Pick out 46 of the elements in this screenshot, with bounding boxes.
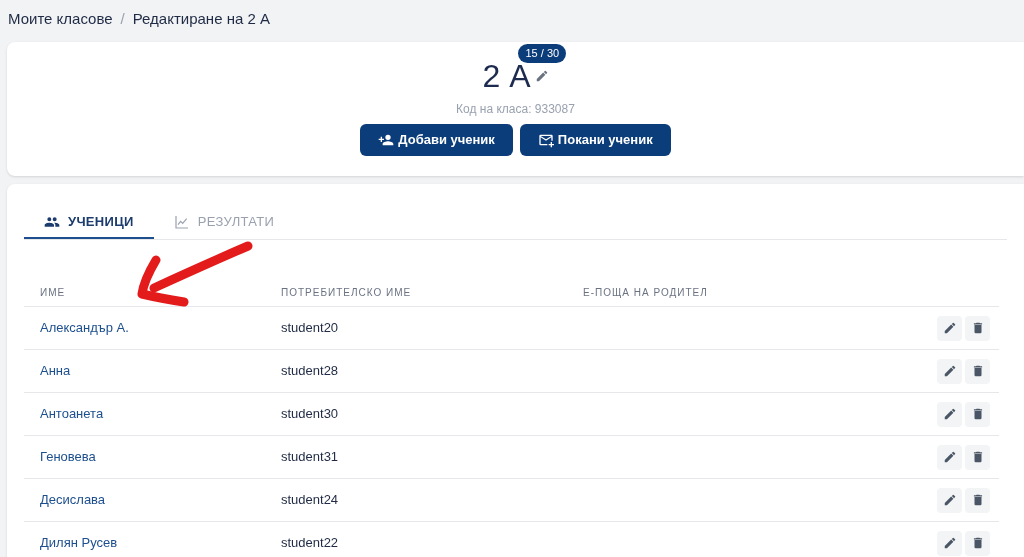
breadcrumb-link[interactable]: Редактиране на 2 А bbox=[132, 7, 270, 31]
edit-button[interactable] bbox=[937, 530, 962, 556]
student-name-link[interactable]: Десислава bbox=[40, 490, 281, 510]
edit-button[interactable] bbox=[937, 444, 962, 470]
edit-button[interactable] bbox=[937, 358, 962, 384]
edit-button[interactable] bbox=[937, 401, 962, 427]
add-person-icon bbox=[378, 132, 395, 148]
username-cell-text: student20 bbox=[281, 319, 340, 338]
line-chart-icon bbox=[173, 213, 190, 230]
student-name-link[interactable]: Дилян Русев bbox=[40, 533, 281, 553]
username-cell-text: student22 bbox=[281, 534, 340, 553]
delete-button[interactable] bbox=[965, 315, 990, 341]
student-count-badge: 15 / 30 bbox=[518, 44, 567, 63]
pencil-icon bbox=[942, 536, 957, 550]
pencil-icon bbox=[942, 364, 957, 378]
delete-button[interactable] bbox=[965, 358, 990, 384]
pencil-icon bbox=[534, 69, 549, 83]
action-button[interactable]: Покани ученик bbox=[519, 124, 671, 156]
edit-button[interactable] bbox=[937, 315, 962, 341]
student-name-link[interactable]: Антоанета bbox=[40, 404, 281, 424]
breadcrumb-link[interactable]: Моите класове bbox=[8, 7, 113, 31]
username-cell-text: student28 bbox=[281, 362, 340, 381]
username-cell-text: student31 bbox=[281, 448, 340, 467]
delete-button[interactable] bbox=[965, 401, 990, 427]
pencil-icon bbox=[942, 407, 957, 421]
edit-button[interactable] bbox=[937, 487, 962, 513]
username-cell-text: student24 bbox=[281, 491, 340, 510]
mail-plus-icon bbox=[537, 132, 554, 148]
student-name-link[interactable]: Александър А. bbox=[40, 318, 281, 338]
column-header: ИМЕ bbox=[40, 285, 67, 300]
pencil-icon bbox=[942, 493, 957, 507]
column-header: Е-ПОЩА НА РОДИТЕЛ bbox=[583, 285, 708, 300]
edit-name-button[interactable] bbox=[534, 69, 549, 83]
student-name-link[interactable]: Геновева bbox=[40, 447, 281, 467]
delete-button[interactable] bbox=[965, 487, 990, 513]
delete-button[interactable] bbox=[965, 444, 990, 470]
student-name-link[interactable]: Анна bbox=[40, 361, 281, 381]
column-header: ПОТРЕБИТЕЛСКО ИМЕ bbox=[281, 285, 413, 300]
class-code: Код на класа: 933087 bbox=[456, 101, 575, 118]
delete-button[interactable] bbox=[965, 530, 990, 556]
breadcrumb-separator: / bbox=[120, 8, 125, 29]
username-cell-text: student30 bbox=[281, 405, 340, 424]
pencil-icon bbox=[942, 321, 957, 335]
action-button[interactable]: Добави ученик bbox=[360, 124, 513, 156]
tab[interactable]: УЧЕНИЦИ bbox=[24, 206, 154, 239]
pencil-icon bbox=[942, 450, 957, 464]
